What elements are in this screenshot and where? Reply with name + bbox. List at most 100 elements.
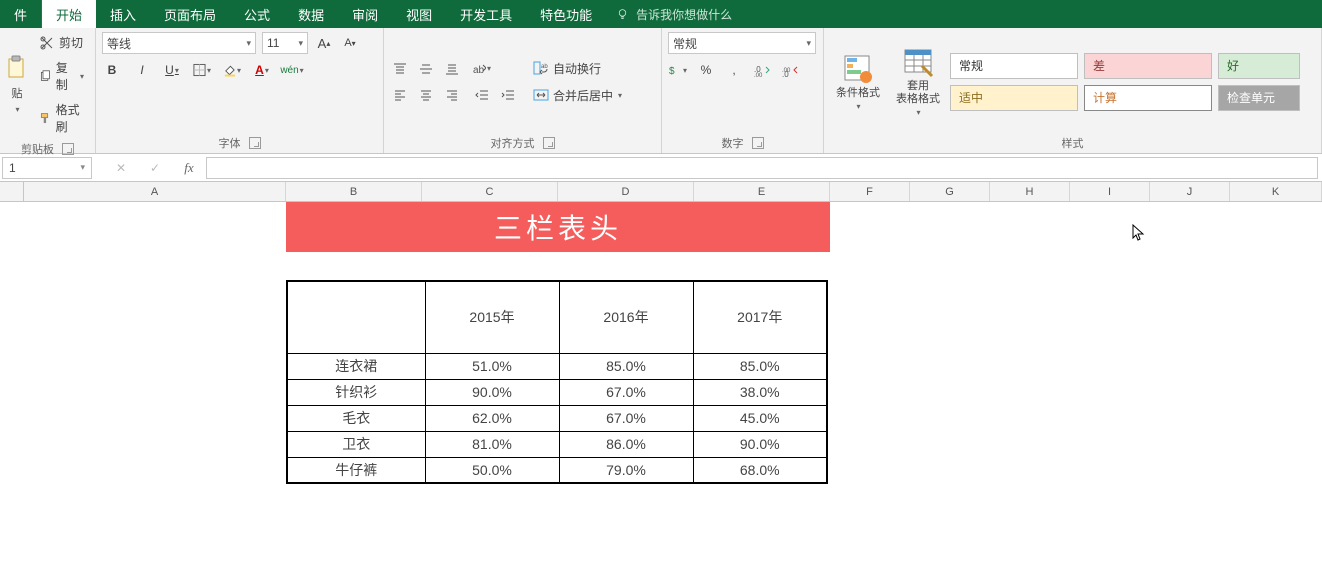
table-cell[interactable]: 62.0% [425, 405, 559, 431]
name-box[interactable]: 1▾ [2, 157, 92, 179]
border-button[interactable]: ▾ [192, 60, 212, 80]
underline-button[interactable]: U▾ [162, 60, 182, 80]
format-as-table-button[interactable]: 套用表格格式▾ [890, 44, 946, 119]
table-cell[interactable]: 毛衣 [287, 405, 425, 431]
style-normal[interactable]: 常规 [950, 53, 1078, 79]
align-middle-button[interactable] [416, 59, 436, 79]
table-cell[interactable]: 67.0% [559, 379, 693, 405]
align-center-button[interactable] [416, 85, 436, 105]
paste-icon[interactable] [6, 55, 28, 81]
font-size-combo[interactable]: 11▾ [262, 32, 308, 54]
tab-file[interactable]: 件 [0, 0, 42, 28]
cells-canvas[interactable]: 三栏表头 2015年 2016年 2017年 连衣裙 51.0% 85.0% 8… [24, 202, 1322, 578]
format-painter-button[interactable]: 格式刷 [34, 99, 89, 137]
col-header[interactable]: I [1070, 182, 1150, 201]
font-name-combo[interactable]: 等线▾ [102, 32, 256, 54]
chevron-down-icon[interactable]: ▾ [15, 105, 19, 114]
tab-formulas[interactable]: 公式 [230, 0, 284, 28]
italic-button[interactable]: I [132, 60, 152, 80]
style-calc[interactable]: 计算 [1084, 85, 1212, 111]
tab-data[interactable]: 数据 [284, 0, 338, 28]
tab-view[interactable]: 视图 [392, 0, 446, 28]
table-cell[interactable]: 牛仔裤 [287, 457, 425, 483]
cancel-edit-button[interactable]: ✕ [104, 157, 138, 179]
insert-function-button[interactable]: fx [172, 157, 206, 179]
worksheet[interactable]: A B C D E F G H I J K 三栏表头 2015年 2016年 2… [0, 182, 1322, 578]
table-cell[interactable]: 85.0% [693, 353, 827, 379]
table-cell[interactable]: 68.0% [693, 457, 827, 483]
table-cell[interactable]: 卫衣 [287, 431, 425, 457]
dialog-launcher-icon[interactable] [249, 137, 261, 149]
col-header[interactable]: G [910, 182, 990, 201]
table-cell[interactable]: 90.0% [693, 431, 827, 457]
increase-indent-button[interactable] [498, 85, 518, 105]
table-cell[interactable]: 针织衫 [287, 379, 425, 405]
tab-features[interactable]: 特色功能 [526, 0, 606, 28]
conditional-formatting-button[interactable]: 条件格式▾ [830, 51, 886, 113]
sheet-title-cell[interactable]: 三栏表头 [286, 202, 830, 252]
style-bad[interactable]: 差 [1084, 53, 1212, 79]
col-header[interactable]: E [694, 182, 830, 201]
style-good[interactable]: 好 [1218, 53, 1300, 79]
col-header[interactable]: D [558, 182, 694, 201]
dialog-launcher-icon[interactable] [752, 137, 764, 149]
cell-styles-gallery[interactable]: 常规 差 好 适中 计算 检查单元 [950, 53, 1300, 111]
merge-center-button[interactable]: 合并后居中▾ [528, 85, 627, 106]
decrease-indent-button[interactable] [472, 85, 492, 105]
tab-insert[interactable]: 插入 [96, 0, 150, 28]
tab-home[interactable]: 开始 [42, 0, 96, 28]
table-cell[interactable]: 45.0% [693, 405, 827, 431]
table-cell[interactable]: 81.0% [425, 431, 559, 457]
table-cell[interactable]: 90.0% [425, 379, 559, 405]
comma-button[interactable]: , [724, 60, 744, 80]
table-cell[interactable]: 86.0% [559, 431, 693, 457]
table-header[interactable]: 2017年 [693, 281, 827, 353]
table-cell[interactable]: 67.0% [559, 405, 693, 431]
align-right-button[interactable] [442, 85, 462, 105]
table-cell[interactable]: 51.0% [425, 353, 559, 379]
tell-me-search[interactable]: 告诉我你想做什么 [614, 0, 732, 28]
table-header[interactable]: 2016年 [559, 281, 693, 353]
col-header[interactable]: K [1230, 182, 1322, 201]
increase-decimal-button[interactable]: .0.00 [752, 60, 772, 80]
bold-button[interactable]: B [102, 60, 122, 80]
col-header[interactable]: C [422, 182, 558, 201]
table-cell[interactable]: 38.0% [693, 379, 827, 405]
phonetic-button[interactable]: wén▾ [282, 60, 302, 80]
number-format-combo[interactable]: 常规▾ [668, 32, 816, 54]
tab-developer[interactable]: 开发工具 [446, 0, 526, 28]
font-color-button[interactable]: A▾ [252, 60, 272, 80]
percent-button[interactable]: % [696, 60, 716, 80]
table-cell[interactable]: 50.0% [425, 457, 559, 483]
table-cell[interactable]: 连衣裙 [287, 353, 425, 379]
data-table[interactable]: 2015年 2016年 2017年 连衣裙 51.0% 85.0% 85.0% … [286, 280, 828, 484]
select-all-corner[interactable] [0, 182, 24, 201]
style-check[interactable]: 检查单元 [1218, 85, 1300, 111]
table-header[interactable] [287, 281, 425, 353]
col-header[interactable]: J [1150, 182, 1230, 201]
align-left-button[interactable] [390, 85, 410, 105]
col-header[interactable]: F [830, 182, 910, 201]
orientation-button[interactable]: ab▾ [472, 59, 492, 79]
table-cell[interactable]: 79.0% [559, 457, 693, 483]
col-header[interactable]: H [990, 182, 1070, 201]
tab-page-layout[interactable]: 页面布局 [150, 0, 230, 28]
cut-button[interactable]: 剪切 [34, 32, 89, 53]
copy-button[interactable]: 复制▾ [34, 57, 89, 95]
col-header[interactable]: B [286, 182, 422, 201]
fill-color-button[interactable]: ▾ [222, 60, 242, 80]
align-bottom-button[interactable] [442, 59, 462, 79]
decrease-decimal-button[interactable]: .00.0 [780, 60, 800, 80]
formula-input[interactable] [206, 157, 1318, 179]
confirm-edit-button[interactable]: ✓ [138, 157, 172, 179]
dialog-launcher-icon[interactable] [62, 143, 74, 155]
style-neutral[interactable]: 适中 [950, 85, 1078, 111]
dialog-launcher-icon[interactable] [543, 137, 555, 149]
accounting-format-button[interactable]: $▾ [668, 60, 688, 80]
col-header[interactable]: A [24, 182, 286, 201]
tab-review[interactable]: 审阅 [338, 0, 392, 28]
align-top-button[interactable] [390, 59, 410, 79]
wrap-text-button[interactable]: ab 自动换行 [528, 58, 627, 79]
table-cell[interactable]: 85.0% [559, 353, 693, 379]
table-header[interactable]: 2015年 [425, 281, 559, 353]
